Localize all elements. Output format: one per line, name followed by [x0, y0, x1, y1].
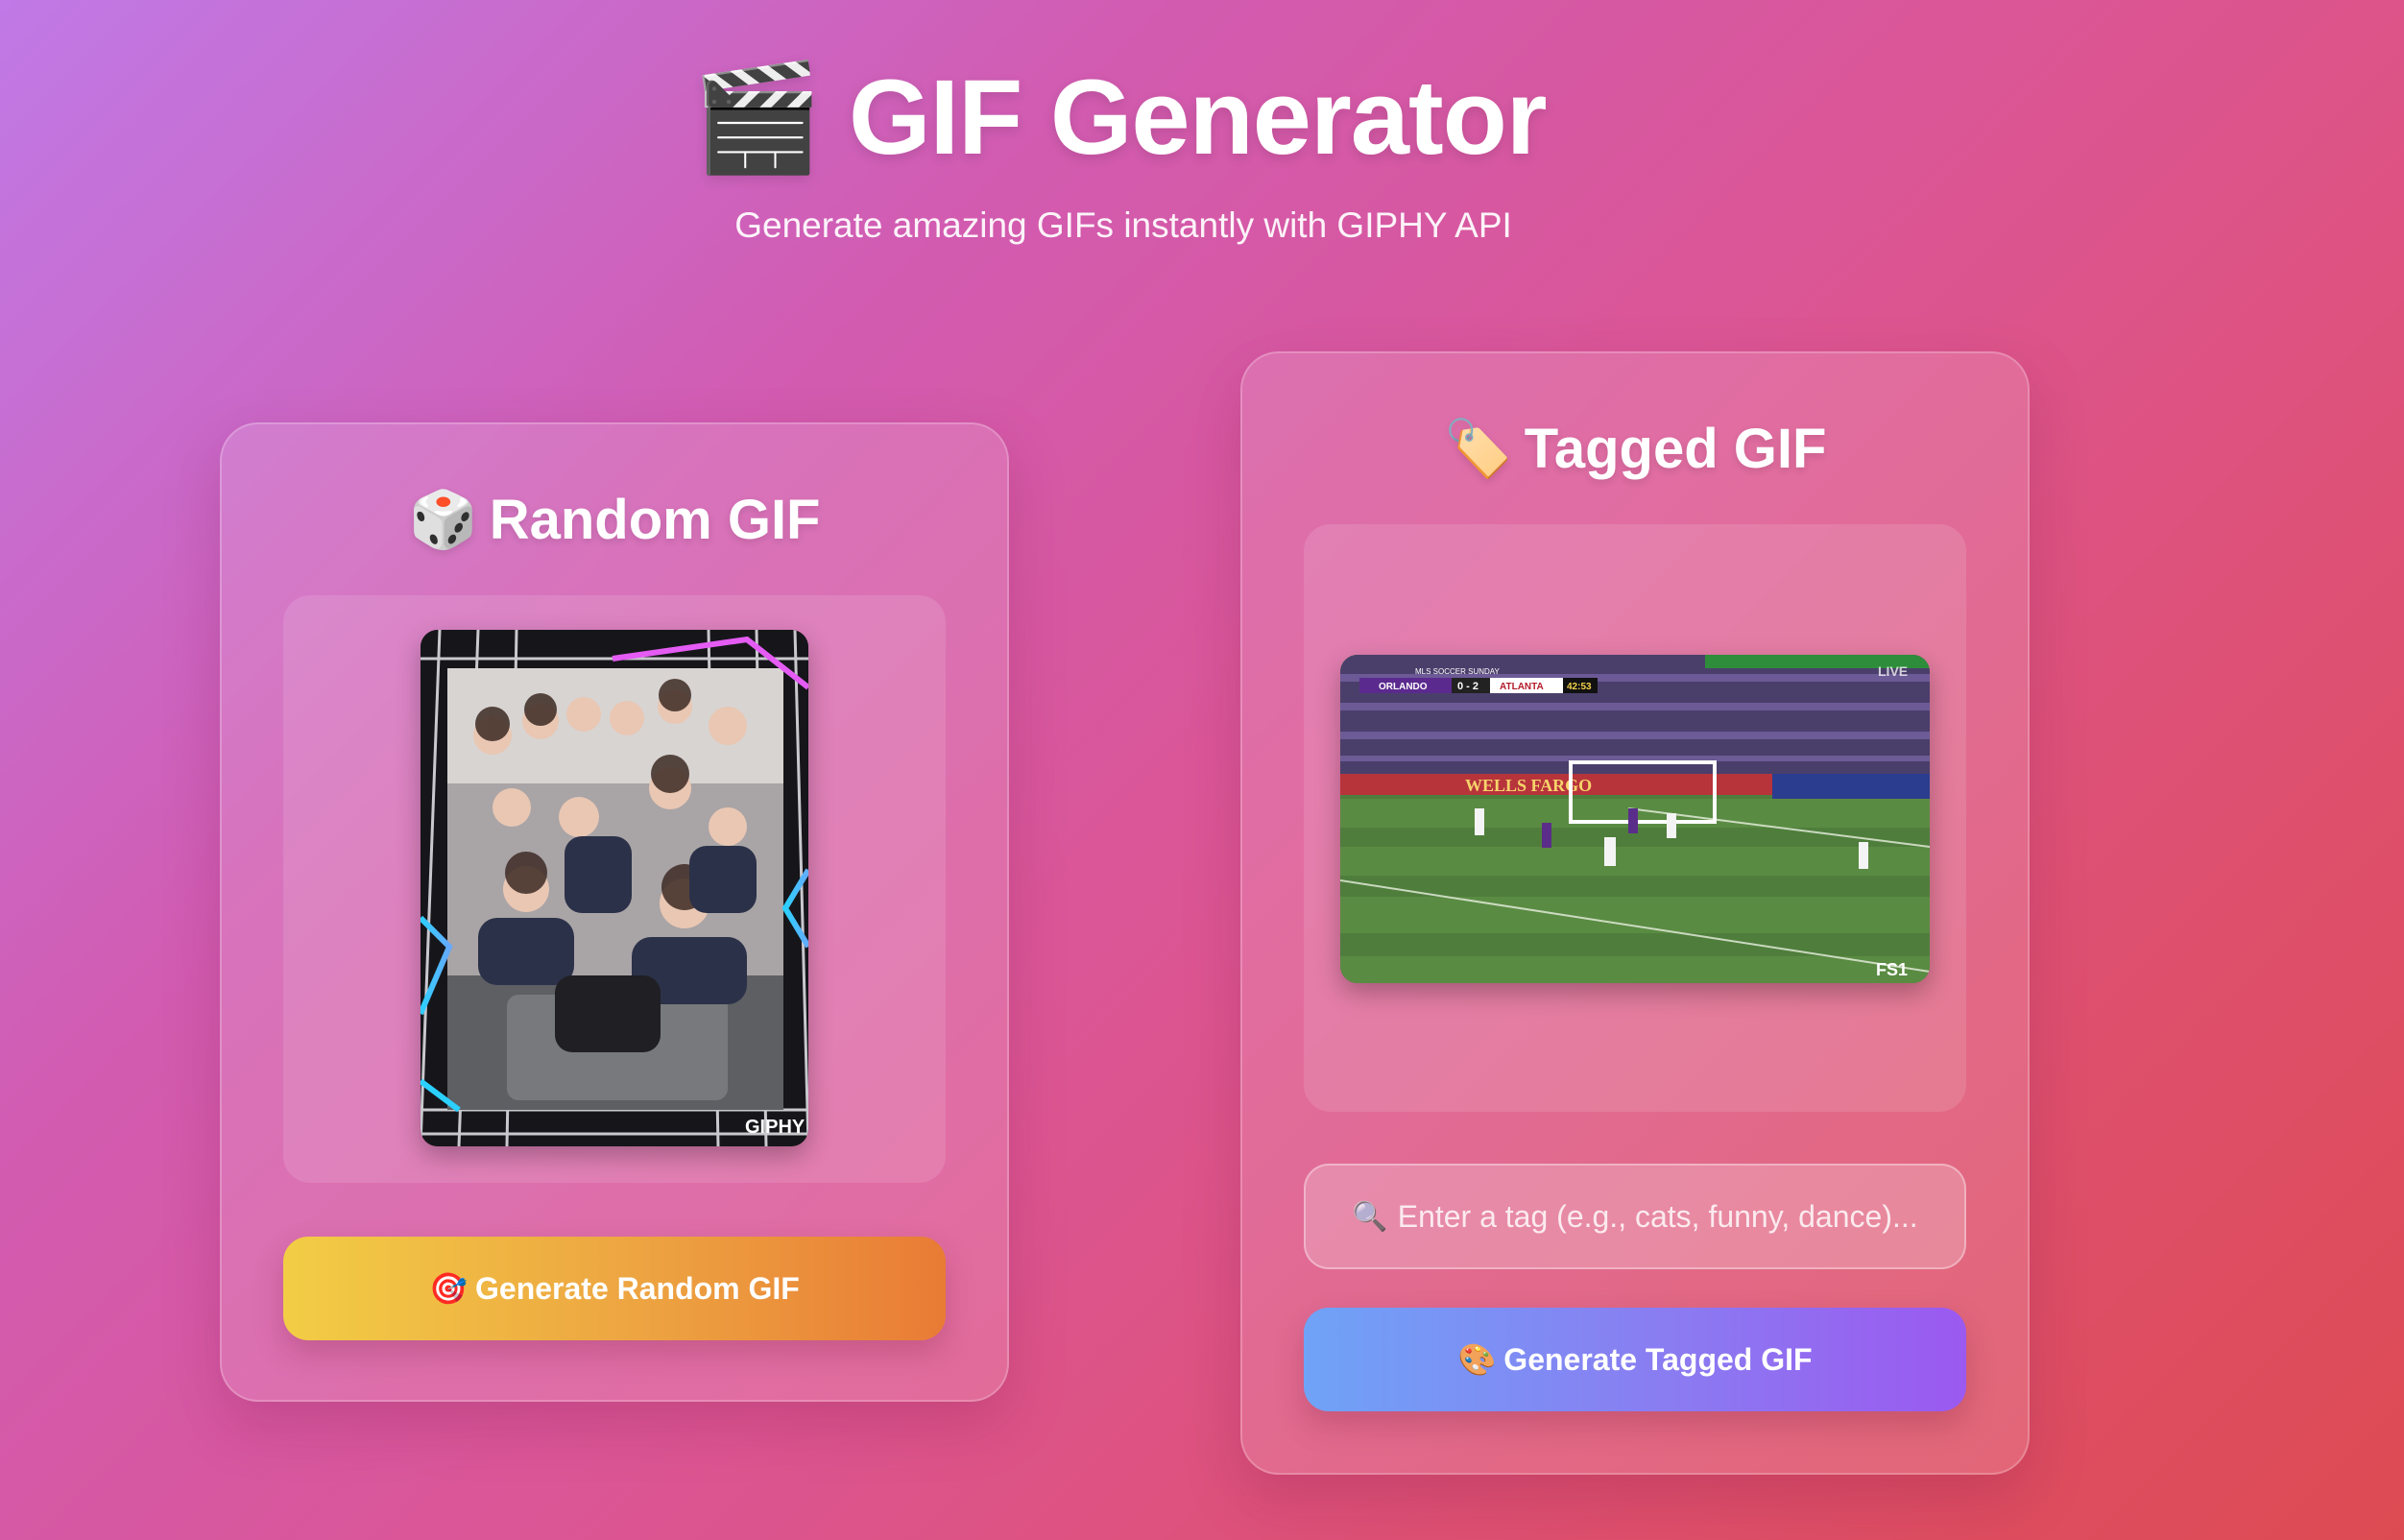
random-gif-title: 🎲 Random GIF [222, 488, 1007, 553]
network-logo: FS1 [1876, 960, 1908, 979]
random-gif-card: 🎲 Random GIF GIPHY 🎯 Generate Random GIF [220, 422, 1009, 1402]
page-title-text: GIF Generator [848, 58, 1548, 177]
tagged-gif-illustration: WELLS FARGO MLS SOCCER SUNDAY ORLANDO 0 … [1340, 655, 1930, 983]
clapperboard-icon: 🎬 [691, 58, 823, 177]
scoreboard-league: MLS SOCCER SUNDAY [1415, 667, 1501, 676]
random-gif-illustration: GIPHY [421, 630, 808, 1146]
target-icon: 🎯 [429, 1271, 468, 1306]
tagged-gif-image: WELLS FARGO MLS SOCCER SUNDAY ORLANDO 0 … [1340, 655, 1930, 983]
page-subtitle: Generate amazing GIFs instantly with GIP… [734, 205, 1512, 245]
random-gif-title-text: Random GIF [489, 489, 821, 551]
search-icon: 🔍 [1352, 1200, 1388, 1233]
tag-search-input[interactable]: 🔍 Enter a tag (e.g., cats, funny, dance).… [1304, 1164, 1966, 1269]
giphy-watermark: GIPHY [745, 1117, 805, 1138]
generate-random-gif-label: Generate Random GIF [475, 1270, 800, 1306]
scoreboard-home: ORLANDO [1379, 682, 1428, 692]
scoreboard-live: LIVE [1878, 663, 1908, 679]
tagged-gif-card: 🏷️ Tagged GIF WELLS FARGO MLS SOCCER SUN… [1240, 351, 2030, 1475]
random-gif-container: GIPHY [283, 595, 946, 1183]
random-gif-image: GIPHY [421, 630, 808, 1146]
tagged-gif-title-text: Tagged GIF [1524, 418, 1827, 480]
generate-tagged-gif-button[interactable]: 🎨 Generate Tagged GIF [1304, 1308, 1966, 1411]
tag-input-placeholder: Enter a tag (e.g., cats, funny, dance)..… [1397, 1198, 1918, 1234]
page-title: 🎬 GIF Generator [691, 50, 1548, 184]
scoreboard-score: 0 - 2 [1457, 681, 1478, 692]
scoreboard-away: ATLANTA [1500, 682, 1544, 692]
dice-icon: 🎲 [408, 489, 478, 551]
generate-random-gif-button[interactable]: 🎯 Generate Random GIF [283, 1237, 946, 1340]
tagged-gif-container: WELLS FARGO MLS SOCCER SUNDAY ORLANDO 0 … [1304, 524, 1966, 1112]
palette-icon: 🎨 [1457, 1342, 1497, 1377]
tag-icon: 🏷️ [1443, 418, 1513, 480]
ad-board-text: WELLS FARGO [1465, 776, 1592, 795]
tagged-gif-title: 🏷️ Tagged GIF [1242, 417, 2028, 482]
scoreboard-clock: 42:53 [1567, 682, 1592, 692]
generate-tagged-gif-label: Generate Tagged GIF [1503, 1341, 1813, 1377]
